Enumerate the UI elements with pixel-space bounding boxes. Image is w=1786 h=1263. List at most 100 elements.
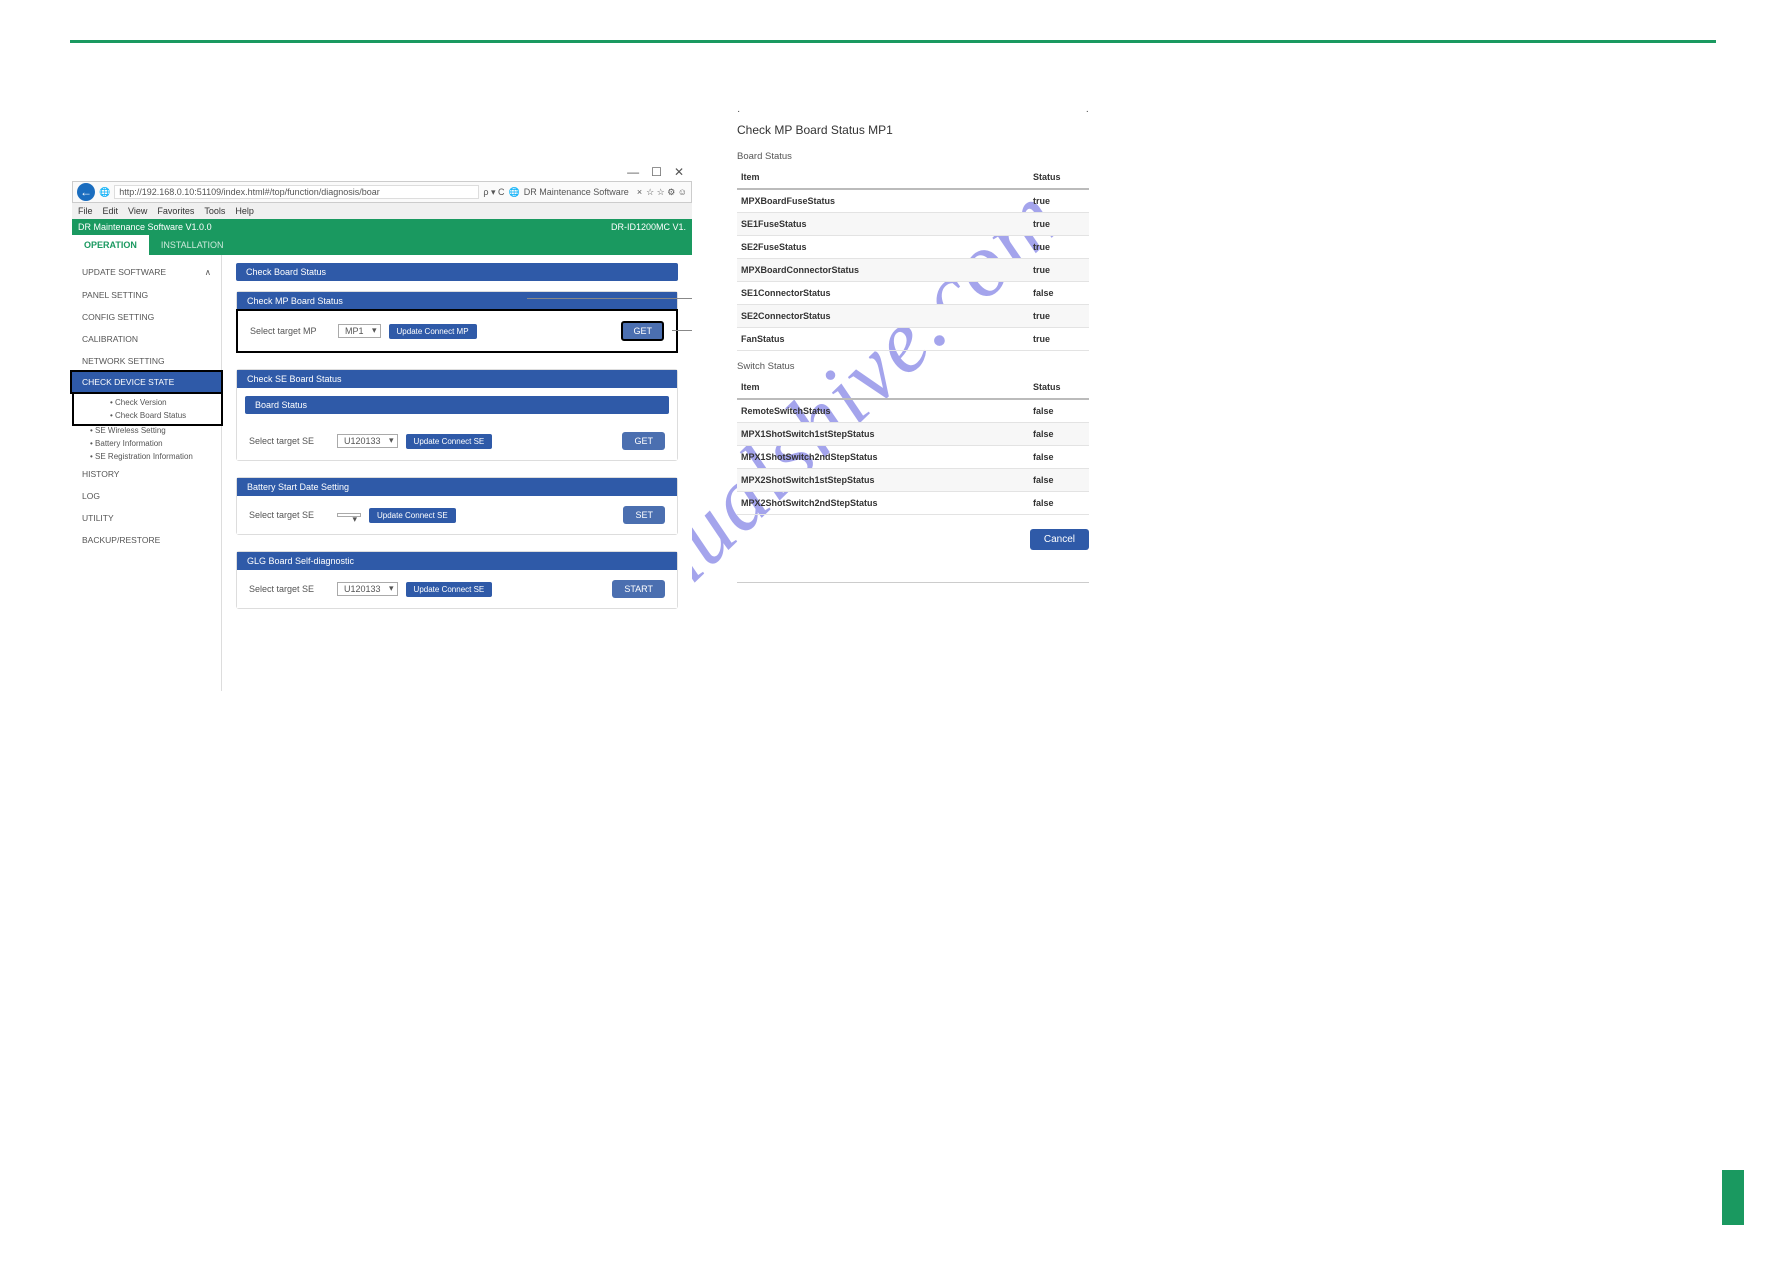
cell-status: true: [1029, 189, 1089, 213]
panel-mp-body: Select target MP MP1 Update Connect MP G…: [236, 309, 678, 353]
col-status: Status: [1029, 166, 1089, 189]
update-connect-mp-button[interactable]: Update Connect MP: [389, 324, 477, 339]
cell-status: false: [1029, 446, 1089, 469]
panel-mp-header: Check MP Board Status: [237, 292, 677, 310]
back-icon[interactable]: ←: [77, 183, 95, 201]
panel-glg-self-diagnostic: GLG Board Self-diagnostic Select target …: [236, 551, 678, 609]
globe-icon: 🌐: [99, 187, 110, 198]
sidebar-sub-se-wireless[interactable]: • SE Wireless Setting: [72, 424, 221, 437]
cell-item: MPXBoardConnectorStatus: [737, 259, 1029, 282]
cell-status: false: [1029, 399, 1089, 423]
cell-item: MPX2ShotSwitch1stStepStatus: [737, 469, 1029, 492]
table-row: FanStatustrue: [737, 328, 1089, 351]
sidebar-item-update-software[interactable]: UPDATE SOFTWARE ∧: [72, 261, 221, 284]
cell-status: true: [1029, 305, 1089, 328]
content-area: Check Board Status Check MP Board Status…: [222, 255, 692, 691]
sidebar-sub-check-board-status[interactable]: • Check Board Status: [92, 409, 221, 422]
cell-item: FanStatus: [737, 328, 1029, 351]
fav-icons[interactable]: ☆ ☆ ⚙ ☺: [646, 187, 687, 198]
sidebar-item-network-setting[interactable]: NETWORK SETTING: [72, 350, 221, 372]
sidebar-sub-label: Battery Information: [95, 439, 163, 448]
sidebar-sub-check-version[interactable]: • Check Version: [92, 396, 221, 409]
sidebar-sub-label: Check Version: [115, 398, 167, 407]
cell-item: MPX1ShotSwitch1stStepStatus: [737, 423, 1029, 446]
update-connect-se-button-3[interactable]: Update Connect SE: [406, 582, 493, 597]
url-field[interactable]: http://192.168.0.10:51109/index.html#/to…: [114, 185, 479, 199]
cancel-button[interactable]: Cancel: [1030, 529, 1089, 550]
update-connect-se-button-2[interactable]: Update Connect SE: [369, 508, 456, 523]
app-title-bar: DR Maintenance Software V1.0.0 DR-ID1200…: [72, 219, 692, 235]
cell-item: MPX2ShotSwitch2ndStepStatus: [737, 492, 1029, 515]
dialog-bottom-rule: [737, 582, 1089, 583]
minimize-icon[interactable]: —: [627, 165, 639, 179]
panel-se-header: Check SE Board Status: [237, 370, 677, 388]
app-title: DR Maintenance Software V1.0.0: [78, 222, 212, 232]
sidebar-item-log[interactable]: LOG: [72, 485, 221, 507]
status-dialog: ·· Check MP Board Status MP1 Board Statu…: [737, 106, 1089, 583]
menu-help[interactable]: Help: [235, 206, 254, 216]
sidebar-item-config-setting[interactable]: CONFIG SETTING: [72, 306, 221, 328]
panel-check-mp-board: Check MP Board Status Select target MP M…: [236, 291, 678, 353]
main-area: UPDATE SOFTWARE ∧ PANEL SETTING CONFIG S…: [72, 255, 692, 691]
sidebar-sub-box: • Check Version • Check Board Status: [72, 392, 223, 426]
cell-item: RemoteSwitchStatus: [737, 399, 1029, 423]
menu-view[interactable]: View: [128, 206, 147, 216]
battery-select[interactable]: [337, 513, 361, 517]
cell-item: SE2ConnectorStatus: [737, 305, 1029, 328]
tab-close-icon[interactable]: ×: [637, 187, 642, 197]
sidebar-sub-se-registration[interactable]: • SE Registration Information: [72, 450, 221, 463]
menu-file[interactable]: File: [78, 206, 93, 216]
panel-battery-start-date: Battery Start Date Setting Select target…: [236, 477, 678, 535]
app-screenshot-left: — ☐ ✕ ← 🌐 http://192.168.0.10:51109/inde…: [72, 163, 692, 693]
window-controls: — ☐ ✕: [72, 163, 692, 181]
mp-get-button[interactable]: GET: [621, 321, 664, 341]
sidebar-item-history[interactable]: HISTORY: [72, 463, 221, 485]
menu-favorites[interactable]: Favorites: [157, 206, 194, 216]
glg-select-label: Select target SE: [249, 584, 329, 594]
page-corner-marker: [1722, 1170, 1744, 1225]
maximize-icon[interactable]: ☐: [651, 165, 662, 179]
sidebar-sub-battery-info[interactable]: • Battery Information: [72, 437, 221, 450]
sidebar-sub-label: SE Wireless Setting: [95, 426, 166, 435]
tab-operation[interactable]: OPERATION: [72, 235, 149, 255]
update-connect-se-button[interactable]: Update Connect SE: [406, 434, 493, 449]
sidebar-sub-label: Check Board Status: [115, 411, 186, 420]
table-row: RemoteSwitchStatusfalse: [737, 399, 1089, 423]
cell-status: false: [1029, 492, 1089, 515]
panel-check-board-status-header: Check Board Status: [236, 263, 678, 281]
table-row: MPX1ShotSwitch2ndStepStatusfalse: [737, 446, 1089, 469]
panel-se-board-status-header: Board Status: [245, 396, 669, 414]
sidebar-sub-label: SE Registration Information: [95, 452, 193, 461]
sidebar-item-panel-setting[interactable]: PANEL SETTING: [72, 284, 221, 306]
browser-tab-title[interactable]: DR Maintenance Software: [524, 187, 629, 197]
sidebar-item-label: UPDATE SOFTWARE: [82, 267, 166, 278]
cell-item: SE1FuseStatus: [737, 213, 1029, 236]
cell-item: SE1ConnectorStatus: [737, 282, 1029, 305]
se-select[interactable]: U120133: [337, 434, 398, 448]
sidebar-item-check-device-state[interactable]: CHECK DEVICE STATE: [70, 370, 223, 394]
chevron-up-icon: ∧: [205, 267, 211, 278]
glg-start-button[interactable]: START: [612, 580, 665, 598]
col-status: Status: [1029, 376, 1089, 399]
tab-installation[interactable]: INSTALLATION: [149, 235, 236, 255]
sidebar-item-backup-restore[interactable]: BACKUP/RESTORE: [72, 529, 221, 551]
board-status-table: Item Status MPXBoardFuseStatustrueSE1Fus…: [737, 166, 1089, 351]
battery-set-button[interactable]: SET: [623, 506, 665, 524]
table-row: SE2ConnectorStatustrue: [737, 305, 1089, 328]
glg-select[interactable]: U120133: [337, 582, 398, 596]
menu-tools[interactable]: Tools: [204, 206, 225, 216]
menu-edit[interactable]: Edit: [103, 206, 119, 216]
callout-line: [527, 298, 692, 299]
table-row: SE2FuseStatustrue: [737, 236, 1089, 259]
panel-check-se-board: Check SE Board Status Board Status Selec…: [236, 369, 678, 461]
se-get-button[interactable]: GET: [622, 432, 665, 450]
mp-select[interactable]: MP1: [338, 324, 381, 338]
sidebar-item-utility[interactable]: UTILITY: [72, 507, 221, 529]
sidebar-item-calibration[interactable]: CALIBRATION: [72, 328, 221, 350]
cell-status: true: [1029, 236, 1089, 259]
mp-select-label: Select target MP: [250, 326, 330, 336]
cell-item: SE2FuseStatus: [737, 236, 1029, 259]
cell-status: true: [1029, 328, 1089, 351]
close-icon[interactable]: ✕: [674, 165, 684, 179]
cell-status: false: [1029, 282, 1089, 305]
